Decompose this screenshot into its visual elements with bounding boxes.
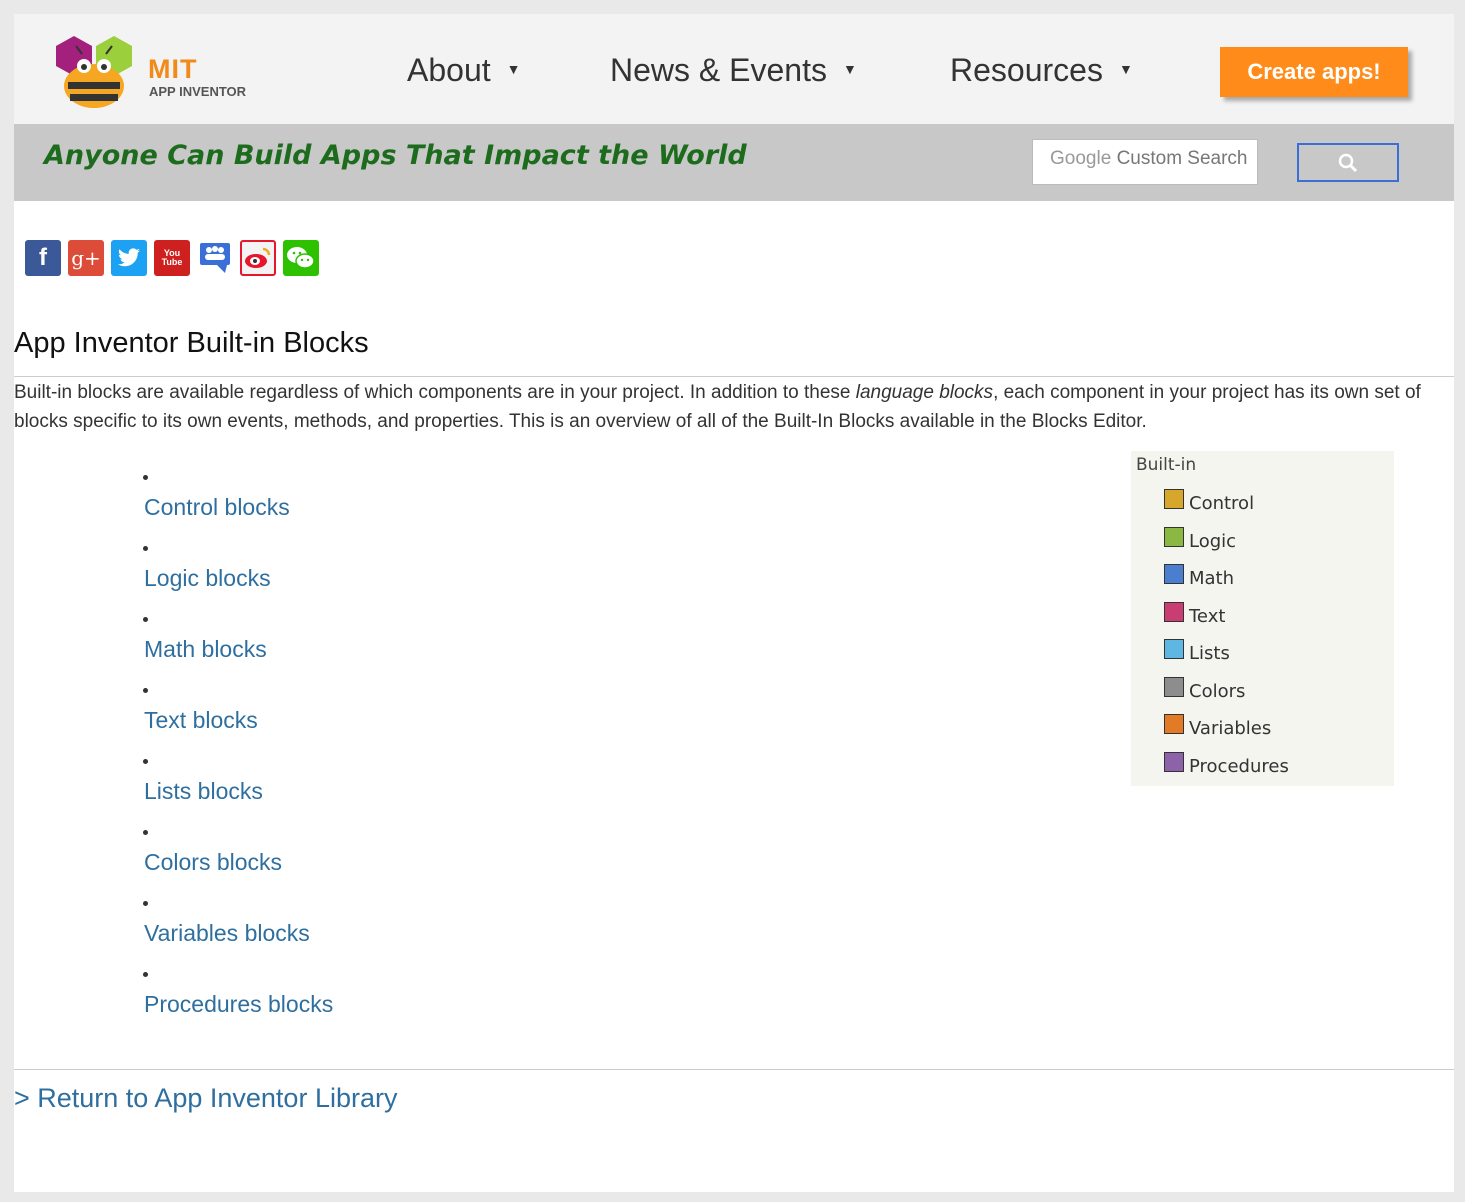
text-swatch-icon xyxy=(1164,602,1184,622)
nav-news-events-label: News & Events xyxy=(610,52,827,88)
legend-label: Control xyxy=(1189,493,1255,514)
banner: Anyone Can Build Apps That Impact the Wo… xyxy=(14,124,1454,201)
wechat-icon[interactable] xyxy=(283,240,319,276)
intro-italic: language blocks xyxy=(855,382,994,403)
search-icon xyxy=(1338,153,1358,172)
nav-resources[interactable]: Resources ▼ xyxy=(950,52,1133,89)
page: MIT APP INVENTOR About ▼ News & Events ▼ R… xyxy=(14,14,1454,1192)
facebook-icon[interactable]: f xyxy=(25,240,61,276)
colors-blocks-link[interactable]: Colors blocks xyxy=(144,849,282,876)
logo-subtitle: APP INVENTOR xyxy=(149,84,247,99)
legend-label: Text xyxy=(1189,606,1226,627)
title-divider xyxy=(14,376,1454,377)
search-placeholder: Custom Search xyxy=(1116,148,1248,169)
create-apps-button[interactable]: Create apps! xyxy=(1220,47,1408,97)
google-plus-icon[interactable]: g+ xyxy=(68,240,104,276)
logic-swatch-icon xyxy=(1164,527,1184,547)
built-in-blocks-legend: Built-in Control Logic Math Text Lists C… xyxy=(1131,451,1394,786)
procedures-blocks-link[interactable]: Procedures blocks xyxy=(144,991,333,1018)
nav-resources-label: Resources xyxy=(950,52,1103,88)
bullet-icon xyxy=(143,901,148,906)
legend-label: Variables xyxy=(1189,718,1272,739)
bullet-icon xyxy=(143,688,148,693)
search-input[interactable]: Google Custom Search xyxy=(1032,139,1258,185)
return-to-library-link[interactable]: > Return to App Inventor Library xyxy=(14,1083,397,1114)
variables-blocks-link[interactable]: Variables blocks xyxy=(144,920,310,947)
caret-down-icon: ▼ xyxy=(842,60,857,77)
bullet-icon xyxy=(143,759,148,764)
legend-label: Procedures xyxy=(1189,756,1289,777)
bullet-icon xyxy=(143,617,148,622)
twitter-icon[interactable] xyxy=(111,240,147,276)
caret-down-icon: ▼ xyxy=(1118,60,1133,77)
legend-label: Colors xyxy=(1189,681,1246,702)
control-swatch-icon xyxy=(1164,489,1184,509)
intro-text-start: Built-in blocks are available regardless… xyxy=(14,382,856,403)
nav-about[interactable]: About ▼ xyxy=(407,52,520,89)
caret-down-icon: ▼ xyxy=(506,60,521,77)
legend-label: Math xyxy=(1189,568,1235,589)
weibo-eye-icon xyxy=(245,247,271,268)
search-button[interactable] xyxy=(1297,143,1399,182)
logic-blocks-link[interactable]: Logic blocks xyxy=(144,565,271,592)
nav-about-label: About xyxy=(407,52,491,88)
page-title: App Inventor Built-in Blocks xyxy=(14,327,369,359)
variables-swatch-icon xyxy=(1164,714,1184,734)
people-group-icon xyxy=(200,243,230,273)
legend-label: Logic xyxy=(1189,531,1237,552)
youtube-icon[interactable]: You Tube xyxy=(154,240,190,276)
weibo-icon[interactable] xyxy=(240,240,276,276)
bee-logo-icon xyxy=(56,36,132,108)
bullet-icon xyxy=(143,972,148,977)
tagline: Anyone Can Build Apps That Impact the Wo… xyxy=(44,140,747,171)
footer-divider xyxy=(14,1069,1454,1070)
app-inventor-logo[interactable]: MIT APP INVENTOR xyxy=(48,34,258,114)
nav-news-events[interactable]: News & Events ▼ xyxy=(610,52,857,89)
intro-paragraph: Built-in blocks are available regardless… xyxy=(14,378,1449,436)
colors-swatch-icon xyxy=(1164,677,1184,697)
google-brand-text: Google xyxy=(1050,148,1112,169)
lists-swatch-icon xyxy=(1164,639,1184,659)
bullet-icon xyxy=(143,830,148,835)
control-blocks-link[interactable]: Control blocks xyxy=(144,494,290,521)
math-blocks-link[interactable]: Math blocks xyxy=(144,636,267,663)
twitter-bird-icon xyxy=(118,248,140,267)
math-swatch-icon xyxy=(1164,564,1184,584)
bullet-icon xyxy=(143,546,148,551)
wechat-bubbles-icon xyxy=(287,247,315,269)
site-header: MIT APP INVENTOR About ▼ News & Events ▼ R… xyxy=(14,14,1454,124)
community-icon[interactable] xyxy=(197,240,233,276)
logo-mit-text: MIT xyxy=(148,54,198,84)
procedures-swatch-icon xyxy=(1164,752,1184,772)
lists-blocks-link[interactable]: Lists blocks xyxy=(144,778,263,805)
text-blocks-link[interactable]: Text blocks xyxy=(144,707,258,734)
bullet-icon xyxy=(143,475,148,480)
legend-label: Lists xyxy=(1189,643,1230,664)
legend-title: Built-in xyxy=(1136,455,1197,475)
